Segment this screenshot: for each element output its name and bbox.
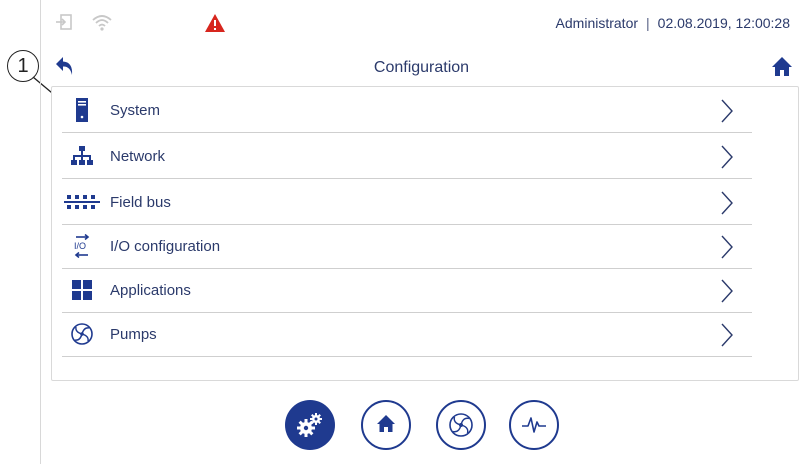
menu-item-io-configuration[interactable]: I/O I/O configuration xyxy=(62,225,752,269)
status-separator: | xyxy=(646,15,650,31)
menu-item-pumps[interactable]: Pumps xyxy=(62,313,752,357)
menu-item-label: Pumps xyxy=(110,326,157,343)
io-icon: I/O xyxy=(70,233,94,259)
menu-item-network[interactable]: Network xyxy=(62,135,752,179)
home-icon xyxy=(375,413,397,440)
menu-item-field-bus[interactable]: Field bus xyxy=(62,181,752,225)
current-user: Administrator xyxy=(555,15,639,31)
menu-item-label: Applications xyxy=(110,282,191,299)
grid-icon xyxy=(70,278,94,302)
wifi-icon xyxy=(91,12,113,37)
status-info: Administrator | 02.08.2019, 12:00:28 xyxy=(556,15,790,31)
chevron-right-icon xyxy=(720,190,734,216)
chevron-right-icon xyxy=(720,278,734,304)
waveform-icon xyxy=(521,414,547,441)
callout-marker: 1 xyxy=(7,50,39,82)
signal-button[interactable] xyxy=(509,400,559,450)
pumps-button[interactable] xyxy=(436,400,486,450)
device-screen: Administrator | 02.08.2019, 12:00:28 Confi… xyxy=(40,0,801,464)
network-icon xyxy=(70,144,94,168)
home-button[interactable] xyxy=(361,400,411,450)
pump-icon xyxy=(448,412,474,443)
menu-panel: System Network Field bus I/O I/O configu… xyxy=(51,86,799,381)
menu-item-label: I/O configuration xyxy=(110,238,221,255)
home-icon[interactable] xyxy=(771,56,793,83)
menu-item-applications[interactable]: Applications xyxy=(62,269,752,313)
warning-icon[interactable] xyxy=(204,13,226,38)
menu-item-label: Network xyxy=(110,148,166,165)
chevron-right-icon xyxy=(720,98,734,124)
status-bar: Administrator | 02.08.2019, 12:00:28 xyxy=(41,0,801,44)
pump-icon xyxy=(70,322,94,346)
chevron-right-icon xyxy=(720,322,734,348)
title-bar: Configuration xyxy=(41,50,801,86)
configuration-button[interactable] xyxy=(285,400,335,450)
chevron-right-icon xyxy=(720,144,734,170)
svg-text:I/O: I/O xyxy=(74,241,86,251)
chevron-right-icon xyxy=(720,234,734,260)
login-icon[interactable] xyxy=(55,13,73,36)
server-icon xyxy=(70,98,94,122)
menu-item-system[interactable]: System xyxy=(62,89,752,133)
fieldbus-icon xyxy=(64,190,100,214)
status-datetime: 02.08.2019, 12:00:28 xyxy=(657,15,790,31)
menu-item-label: Field bus xyxy=(110,194,171,211)
page-title: Configuration xyxy=(373,59,470,76)
gears-icon xyxy=(296,411,324,444)
menu-item-label: System xyxy=(110,102,161,119)
